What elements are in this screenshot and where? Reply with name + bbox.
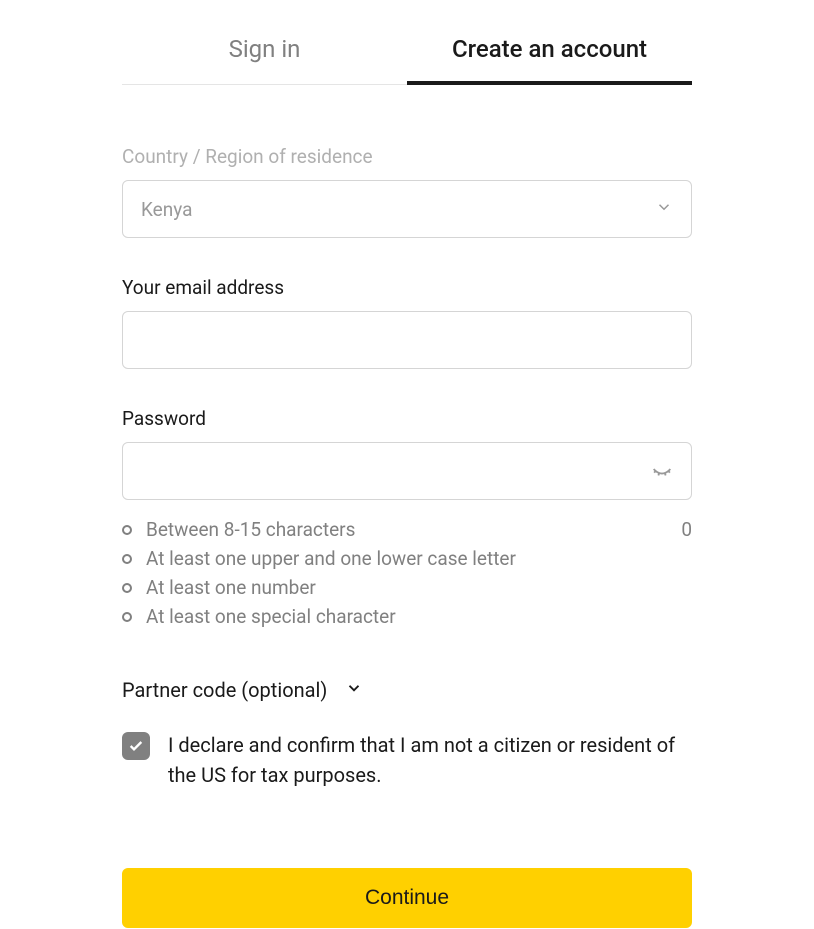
password-rule: Between 8-15 characters 0 xyxy=(122,518,692,541)
email-input-wrapper xyxy=(122,311,692,369)
rule-bullet-icon xyxy=(122,612,132,622)
tab-signin[interactable]: Sign in xyxy=(122,35,407,85)
eye-closed-icon[interactable] xyxy=(651,458,673,484)
tab-create-account[interactable]: Create an account xyxy=(407,35,692,85)
continue-button[interactable]: Continue xyxy=(122,868,692,928)
partner-code-label: Partner code (optional) xyxy=(122,678,327,702)
chevron-down-icon xyxy=(655,198,673,220)
password-rules: Between 8-15 characters 0 At least one u… xyxy=(122,518,692,628)
password-rule: At least one special character xyxy=(122,605,692,628)
rule-bullet-icon xyxy=(122,583,132,593)
rule-bullet-icon xyxy=(122,525,132,535)
declaration-row: I declare and confirm that I am not a ci… xyxy=(122,730,692,790)
password-rule: At least one number xyxy=(122,576,692,599)
email-input[interactable] xyxy=(141,329,673,351)
email-label: Your email address xyxy=(122,276,692,299)
auth-tabs: Sign in Create an account xyxy=(122,0,692,85)
rule-text: Between 8-15 characters xyxy=(146,518,355,541)
password-field-group: Password Between 8-15 characters 0 xyxy=(122,407,692,628)
rule-text: At least one special character xyxy=(146,605,396,628)
password-label: Password xyxy=(122,407,692,430)
country-value: Kenya xyxy=(141,198,655,221)
declaration-text: I declare and confirm that I am not a ci… xyxy=(168,730,692,790)
password-input[interactable] xyxy=(141,460,651,482)
rule-text: At least one upper and one lower case le… xyxy=(146,547,516,570)
country-select[interactable]: Kenya xyxy=(122,180,692,238)
country-field-group: Country / Region of residence Kenya xyxy=(122,145,692,238)
country-label: Country / Region of residence xyxy=(122,145,692,168)
check-icon xyxy=(128,738,144,754)
password-rule: At least one upper and one lower case le… xyxy=(122,547,692,570)
email-field-group: Your email address xyxy=(122,276,692,369)
rule-bullet-icon xyxy=(122,554,132,564)
password-input-wrapper xyxy=(122,442,692,500)
password-char-count: 0 xyxy=(681,518,692,541)
declaration-checkbox[interactable] xyxy=(122,732,150,760)
chevron-down-icon xyxy=(345,678,363,702)
rule-text: At least one number xyxy=(146,576,316,599)
partner-code-toggle[interactable]: Partner code (optional) xyxy=(122,678,692,702)
